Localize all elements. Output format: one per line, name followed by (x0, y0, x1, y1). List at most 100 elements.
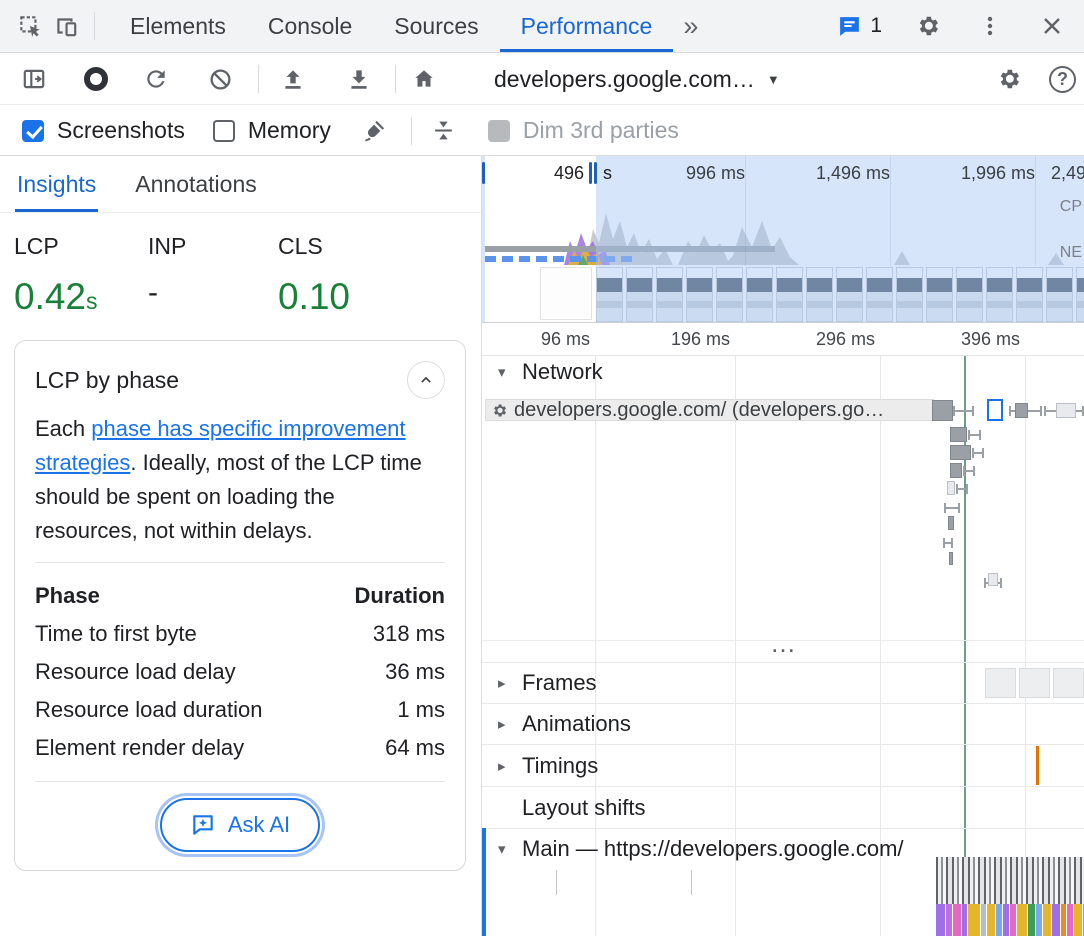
track-network-header[interactable]: ▾ Network (498, 359, 603, 385)
flame-segment[interactable] (1074, 904, 1082, 936)
network-resize-handle[interactable]: … (482, 640, 1084, 662)
flame-segment[interactable] (1061, 904, 1066, 936)
flame-segment[interactable] (936, 904, 945, 936)
collapse-tracks-button[interactable] (426, 113, 462, 149)
flame-segment[interactable] (968, 904, 980, 936)
flame-segment[interactable] (1028, 904, 1035, 936)
collect-garbage-button[interactable] (357, 113, 393, 149)
network-request-bar[interactable] (953, 406, 974, 416)
screenshot-thumbnail[interactable] (1046, 267, 1073, 322)
screenshot-thumbnail[interactable] (716, 267, 743, 322)
collapse-card-button[interactable] (407, 361, 445, 399)
network-request-bar[interactable] (950, 445, 971, 460)
issues-button[interactable]: 1 (837, 14, 882, 39)
flame-segment[interactable] (1067, 904, 1073, 936)
frame-thumbnail[interactable] (1019, 668, 1050, 698)
tab-sources[interactable]: Sources (373, 0, 499, 52)
network-request-bar[interactable] (944, 503, 960, 513)
metric-cls[interactable]: CLS 0.10 (278, 233, 350, 339)
track-timings[interactable]: ▸ Timings (482, 744, 1084, 786)
tab-insights[interactable]: Insights (15, 156, 98, 212)
clear-recording-button[interactable] (202, 61, 238, 97)
network-request-bar[interactable] (988, 573, 998, 586)
ask-ai-button[interactable]: Ask AI (160, 798, 320, 852)
load-profile-button[interactable] (275, 61, 311, 97)
screenshot-thumbnail[interactable] (686, 267, 713, 322)
flame-segment[interactable] (1043, 904, 1051, 936)
screenshot-thumbnail[interactable] (540, 267, 592, 320)
screenshot-thumbnail[interactable] (896, 267, 923, 322)
history-dropdown[interactable]: developers.google.com… ▼ (494, 66, 780, 93)
flame-segment[interactable] (1003, 904, 1009, 936)
flame-segment[interactable] (1010, 904, 1016, 936)
network-request-main[interactable]: developers.google.com/ (developers.go… (485, 399, 934, 421)
frame-thumbnail[interactable] (985, 668, 1016, 698)
more-tabs-button[interactable]: » (673, 11, 708, 42)
tab-performance[interactable]: Performance (500, 0, 674, 52)
screenshot-thumbnail[interactable] (806, 267, 833, 322)
metric-lcp[interactable]: LCP 0.42s (14, 233, 148, 339)
home-button[interactable] (406, 61, 442, 97)
screenshot-thumbnail[interactable] (866, 267, 893, 322)
flame-segment[interactable] (996, 904, 1002, 936)
screenshots-checkbox[interactable] (22, 120, 44, 142)
flame-segment[interactable] (987, 904, 995, 936)
flame-segment[interactable] (946, 904, 952, 936)
network-request-bar[interactable] (987, 399, 1003, 421)
record-button[interactable] (84, 67, 108, 91)
tab-elements[interactable]: Elements (109, 0, 247, 52)
timings-event-marker[interactable] (1036, 746, 1039, 785)
network-request-bar[interactable] (972, 448, 984, 458)
flame-segment[interactable] (1017, 904, 1027, 936)
network-request-bar[interactable] (956, 484, 968, 494)
save-profile-button[interactable] (341, 61, 377, 97)
screenshot-thumbnail[interactable] (776, 267, 803, 322)
chevron-collapsed-icon[interactable]: ▸ (498, 715, 513, 733)
screenshots-toggle[interactable]: Screenshots (22, 117, 185, 144)
inspect-element-button[interactable] (12, 8, 48, 44)
memory-toggle[interactable]: Memory (213, 117, 331, 144)
screenshot-thumbnail[interactable] (596, 267, 623, 322)
record-and-reload-button[interactable] (138, 61, 174, 97)
network-request-bar[interactable] (963, 466, 975, 476)
chevron-collapsed-icon[interactable]: ▸ (498, 674, 513, 692)
dim-third-parties-checkbox[interactable] (488, 120, 510, 142)
chevron-collapsed-icon[interactable]: ▸ (498, 757, 513, 775)
screenshot-thumbnail[interactable] (986, 267, 1013, 322)
window-right-handle[interactable] (594, 162, 597, 184)
help-button[interactable]: ? (1049, 66, 1076, 93)
network-request-bar[interactable] (950, 463, 962, 478)
flame-segment[interactable] (962, 904, 967, 936)
tab-console[interactable]: Console (247, 0, 373, 52)
network-request-bar[interactable] (943, 538, 953, 548)
settings-button[interactable] (910, 8, 946, 44)
overview-strip[interactable]: 496 s CP NE 996 ms1,496 ms1,996 ms2,49 (482, 156, 1084, 323)
flame-segment[interactable] (1036, 904, 1042, 936)
toggle-sidebar-button[interactable] (16, 61, 52, 97)
screenshot-thumbnail[interactable] (1076, 267, 1084, 322)
more-options-button[interactable] (972, 8, 1008, 44)
flame-segment[interactable] (953, 904, 961, 936)
network-request-bar[interactable] (950, 427, 967, 442)
network-request-bar[interactable] (968, 430, 981, 440)
tab-annotations[interactable]: Annotations (133, 156, 258, 212)
frame-thumbnail[interactable] (1053, 668, 1084, 698)
metric-inp[interactable]: INP - (148, 233, 278, 339)
dim-third-parties-toggle[interactable]: Dim 3rd parties (488, 117, 679, 144)
screenshot-thumbnail[interactable] (746, 267, 773, 322)
network-request-bar[interactable] (932, 400, 953, 421)
screenshot-thumbnail[interactable] (836, 267, 863, 322)
track-layout-shifts[interactable]: Layout shifts (482, 786, 1084, 828)
close-devtools-button[interactable] (1034, 8, 1070, 44)
network-request-bar[interactable] (1056, 403, 1076, 418)
screenshot-thumbnail[interactable] (626, 267, 653, 322)
screenshot-thumbnail[interactable] (956, 267, 983, 322)
network-request-bar[interactable] (1015, 403, 1028, 418)
network-request-bar[interactable] (947, 481, 955, 495)
capture-settings-button[interactable] (991, 61, 1027, 97)
network-request-bar[interactable] (949, 552, 953, 565)
screenshot-thumbnail[interactable] (926, 267, 953, 322)
screenshot-thumbnail[interactable] (1016, 267, 1043, 322)
chevron-expanded-icon[interactable]: ▾ (498, 840, 513, 858)
flame-segment[interactable] (981, 904, 986, 936)
